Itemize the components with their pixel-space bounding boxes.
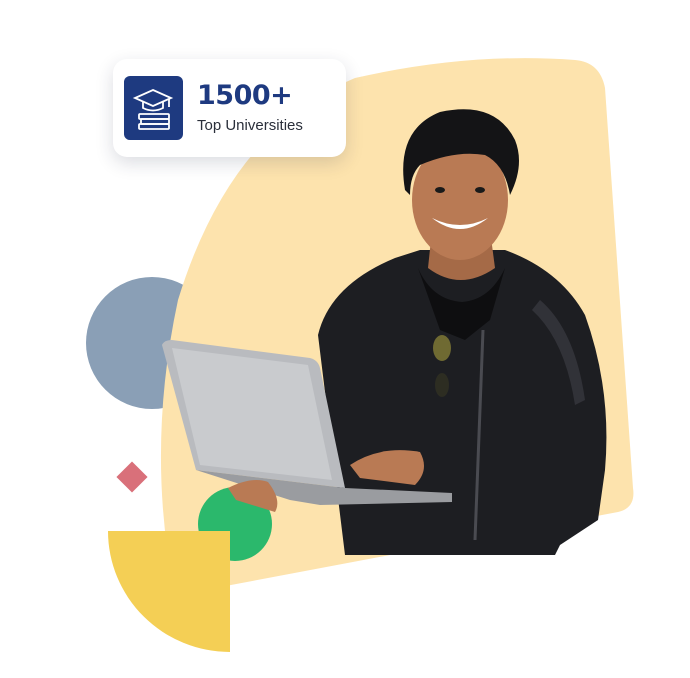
stat-label: Top Universities xyxy=(197,117,303,134)
sunglasses xyxy=(433,335,451,361)
stat-card: 1500+ Top Universities xyxy=(113,59,346,157)
jacket xyxy=(318,250,607,555)
graduation-cap-books-icon xyxy=(124,76,183,140)
eye-right xyxy=(475,187,485,193)
eye-left xyxy=(435,187,445,193)
left-hand xyxy=(228,480,278,512)
stat-number: 1500+ xyxy=(197,80,293,111)
sunglasses-lens xyxy=(435,373,449,397)
